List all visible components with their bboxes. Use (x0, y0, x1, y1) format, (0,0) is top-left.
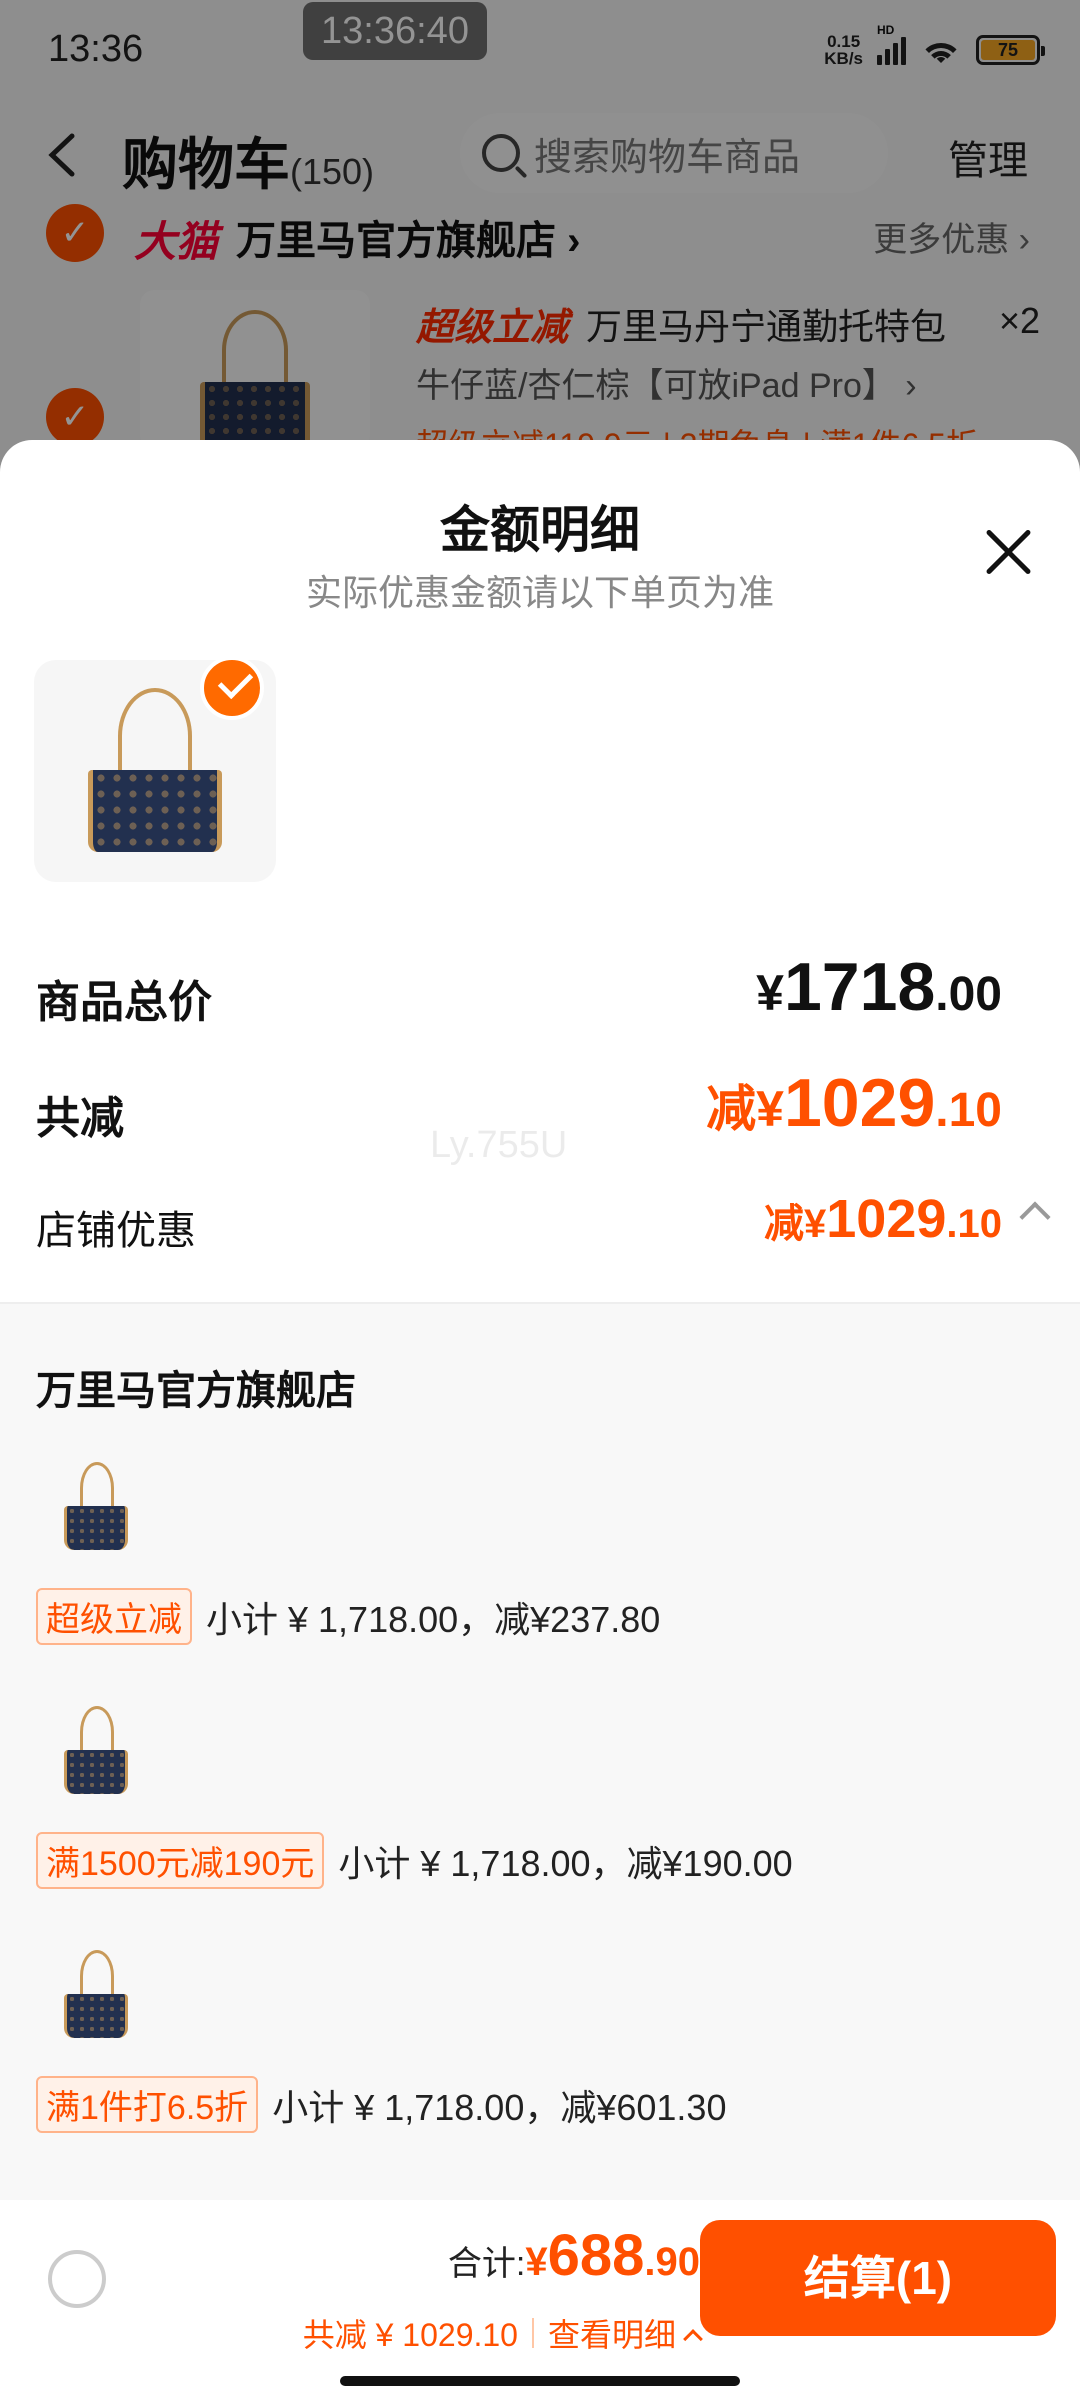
product-thumbnail (40, 1454, 160, 1574)
total-price-value: ¥1718.00 (756, 948, 1002, 1026)
watermark: Ly.755U (430, 1124, 568, 1166)
total-price-label: 商品总价 (36, 978, 212, 1027)
discount-decimal: .10 (935, 1084, 1002, 1137)
promo-tag: 满1500元减190元 (36, 1832, 325, 1889)
view-detail-label: 查看明细 (547, 2317, 676, 2353)
divider (531, 2318, 534, 2348)
total-currency: ¥ (525, 2240, 548, 2284)
chevron-up-icon[interactable] (1019, 1201, 1051, 1233)
price-detail-sheet: 金额明细 实际优惠金额请以下单页为准 商品总价 ¥1718.00 共减 减¥10… (0, 440, 1080, 2200)
tote-bag-image (88, 688, 222, 852)
discount-detail-panel: 万里马官方旗舰店 超级立减 小计 ¥ 1,718.00，减¥237.80 满15… (0, 1302, 1080, 2200)
saving-text: 共减 ¥ 1029.10 (302, 2317, 518, 2353)
discount-item: 满1件打6.5折 小计 ¥ 1,718.00，减¥601.30 (0, 1942, 1080, 2162)
tote-bag-image (64, 1706, 128, 1796)
discount-integer: 1029 (826, 1189, 947, 1249)
discount-prefix: 减¥ (706, 1081, 784, 1137)
subtotal-text: 小计 ¥ 1,718.00，减¥601.30 (272, 2086, 727, 2128)
promo-tag: 超级立减 (36, 1588, 192, 1645)
discount-item: 超级立减 小计 ¥ 1,718.00，减¥237.80 (0, 1454, 1080, 1674)
price-integer: 1718 (783, 949, 936, 1025)
store-discount-value: 减¥1029.10 (764, 1188, 1002, 1250)
discount-decimal: .10 (946, 1202, 1002, 1246)
close-icon[interactable] (982, 526, 1034, 578)
view-detail-button[interactable]: 查看明细 (547, 2310, 703, 2356)
tote-bag-image (64, 1950, 128, 2040)
check-icon[interactable] (200, 656, 264, 720)
saving-summary: 共减 ¥ 1029.10 查看明细 (302, 2310, 703, 2356)
discount-item: 满1500元减190元 小计 ¥ 1,718.00，减¥190.00 (0, 1698, 1080, 1918)
home-indicator[interactable] (340, 2376, 740, 2386)
price-decimal: .00 (935, 968, 1002, 1021)
sheet-subtitle: 实际优惠金额请以下单页为准 (305, 572, 774, 613)
total-amount: 合计:¥688.90 (448, 2222, 700, 2289)
currency-symbol: ¥ (756, 965, 784, 1021)
promo-tag: 满1件打6.5折 (36, 2076, 259, 2133)
tote-bag-image (64, 1462, 128, 1552)
product-thumbnail (40, 1942, 160, 2062)
subtotal-text: 小计 ¥ 1,718.00，减¥190.00 (338, 1842, 793, 1884)
checkout-button[interactable]: 结算(1) (700, 2220, 1056, 2336)
select-all-checkbox[interactable] (48, 2250, 106, 2308)
checkout-bar: 合计:¥688.90 共减 ¥ 1029.10 查看明细 结算(1) (0, 2200, 1080, 2400)
discount-integer: 1029 (783, 1065, 936, 1141)
total-price-row: 商品总价 ¥1718.00 (0, 948, 1080, 1038)
sheet-title: 金额明细 (440, 502, 640, 558)
discount-prefix: 减¥ (764, 1202, 827, 1246)
discount-line: 满1件打6.5折 小计 ¥ 1,718.00，减¥601.30 (36, 2076, 726, 2133)
total-discount-value: 减¥1029.10 (706, 1064, 1002, 1142)
total-integer: 688 (547, 2223, 645, 2288)
total-decimal: .90 (644, 2240, 700, 2284)
store-discount-label: 店铺优惠 (36, 1209, 196, 1253)
total-discount-label: 共减 (36, 1094, 124, 1143)
detail-store-name: 万里马官方旗舰店 (36, 1369, 356, 1413)
store-discount-row[interactable]: 店铺优惠 减¥1029.10 (0, 1180, 1080, 1270)
subtotal-text: 小计 ¥ 1,718.00，减¥237.80 (206, 1598, 661, 1640)
discount-line: 超级立减 小计 ¥ 1,718.00，减¥237.80 (36, 1588, 660, 1645)
discount-line: 满1500元减190元 小计 ¥ 1,718.00，减¥190.00 (36, 1832, 793, 1889)
product-thumbnail (40, 1698, 160, 1818)
total-label: 合计: (447, 2245, 526, 2283)
chevron-up-icon (683, 2329, 703, 2349)
